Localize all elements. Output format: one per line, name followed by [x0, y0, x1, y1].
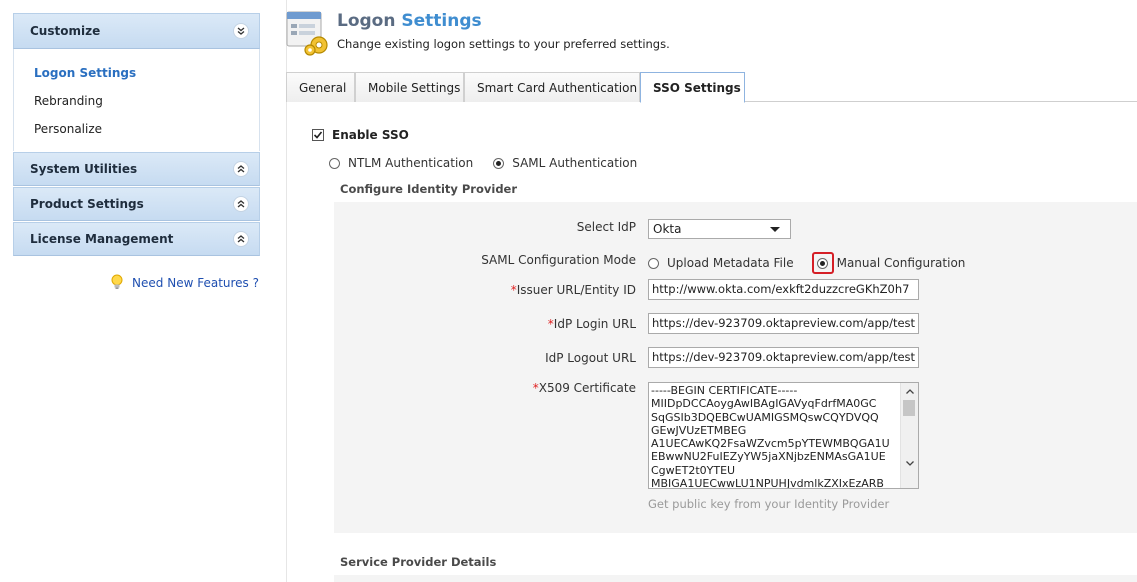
- customize-panel-title: Customize: [30, 24, 101, 38]
- saml-radio[interactable]: [493, 157, 505, 169]
- manual-config-label: Manual Configuration: [836, 256, 966, 270]
- idp-select-value: Okta: [653, 222, 682, 236]
- scroll-up-icon[interactable]: [901, 383, 918, 399]
- tab-general[interactable]: General: [286, 72, 355, 102]
- idp-logout-url-input[interactable]: https://dev-923709.oktapreview.com/app/t…: [648, 347, 919, 368]
- settings-gear-icon: [286, 11, 332, 60]
- issuer-url-label: *Issuer URL/Entity ID: [510, 283, 636, 297]
- x509-certificate-label: *X509 Certificate: [532, 381, 636, 395]
- lightbulb-icon: [110, 274, 124, 293]
- ntlm-radio[interactable]: [329, 157, 340, 169]
- idp-select[interactable]: Okta: [648, 219, 791, 239]
- sp-details-panel: [334, 575, 1137, 582]
- page-subtitle: Change existing logon settings to your p…: [337, 37, 670, 51]
- saml-label: SAML Authentication: [512, 156, 638, 170]
- tab-mobile-settings[interactable]: Mobile Settings: [355, 72, 464, 102]
- upload-metadata-label: Upload Metadata File: [667, 256, 794, 270]
- license-management-title: License Management: [30, 232, 174, 246]
- manual-config-highlight: [811, 252, 834, 274]
- tab-sso-settings[interactable]: SSO Settings: [640, 72, 745, 103]
- idp-logout-url-label: IdP Logout URL: [545, 351, 636, 365]
- upload-metadata-radio[interactable]: [648, 257, 659, 269]
- sidebar: Customize Logon Settings Rebranding Pers…: [13, 13, 260, 293]
- expand-chevron-icon[interactable]: [233, 196, 249, 212]
- expand-chevron-icon[interactable]: [233, 161, 249, 177]
- manual-config-radio[interactable]: [817, 257, 829, 269]
- dropdown-arrow-icon: [770, 226, 780, 232]
- certificate-scrollbar[interactable]: [900, 383, 918, 488]
- settings-tabs: General Mobile Settings Smart Card Authe…: [286, 72, 1137, 103]
- enable-sso-checkbox[interactable]: [312, 129, 324, 141]
- idp-login-url-input[interactable]: https://dev-923709.oktapreview.com/app/t…: [648, 313, 919, 334]
- authentication-type-group: NTLM Authentication SAML Authentication: [329, 156, 657, 170]
- tab-smart-card-authentication[interactable]: Smart Card Authentication: [464, 72, 640, 102]
- certificate-hint: Get public key from your Identity Provid…: [648, 497, 890, 511]
- collapse-chevron-icon[interactable]: [233, 23, 249, 39]
- sp-section-title: Service Provider Details: [340, 555, 497, 569]
- issuer-url-input[interactable]: http://www.okta.com/exkft2duzzcreGKhZ0h7: [648, 279, 919, 300]
- product-settings-panel-header[interactable]: Product Settings: [13, 187, 260, 221]
- need-features: Need New Features ?: [13, 274, 260, 293]
- product-settings-title: Product Settings: [30, 197, 144, 211]
- page-title-part2: Settings: [401, 11, 482, 31]
- idp-section-title: Configure Identity Provider: [340, 182, 518, 196]
- need-new-features-link[interactable]: Need New Features ?: [132, 276, 259, 290]
- customize-menu: Logon Settings Rebranding Personalize: [13, 49, 260, 151]
- scrollbar-thumb[interactable]: [903, 400, 915, 416]
- saml-mode-label: SAML Configuration Mode: [481, 253, 636, 267]
- select-idp-label: Select IdP: [576, 220, 636, 234]
- page-title-part1: Logon: [337, 11, 396, 31]
- menu-item-personalize[interactable]: Personalize: [14, 115, 259, 143]
- enable-sso-label: Enable SSO: [332, 128, 409, 142]
- license-management-panel-header[interactable]: License Management: [13, 222, 260, 256]
- x509-certificate-textarea[interactable]: -----BEGIN CERTIFICATE----- MIIDpDCCAoyg…: [648, 382, 919, 489]
- system-utilities-title: System Utilities: [30, 162, 138, 176]
- ntlm-label: NTLM Authentication: [348, 156, 474, 170]
- idp-login-url-label: *IdP Login URL: [547, 317, 636, 331]
- saml-mode-group: Upload Metadata File Manual Configuratio…: [648, 252, 985, 274]
- menu-item-logon-settings[interactable]: Logon Settings: [14, 59, 259, 87]
- scroll-down-icon[interactable]: [901, 455, 918, 471]
- system-utilities-panel-header[interactable]: System Utilities: [13, 152, 260, 186]
- x509-certificate-text: -----BEGIN CERTIFICATE----- MIIDpDCCAoyg…: [651, 384, 890, 489]
- enable-sso[interactable]: Enable SSO: [312, 128, 409, 142]
- menu-item-rebranding[interactable]: Rebranding: [14, 87, 259, 115]
- expand-chevron-icon[interactable]: [233, 231, 249, 247]
- customize-panel-header[interactable]: Customize: [13, 13, 260, 49]
- page-title: Logon Settings: [337, 11, 482, 31]
